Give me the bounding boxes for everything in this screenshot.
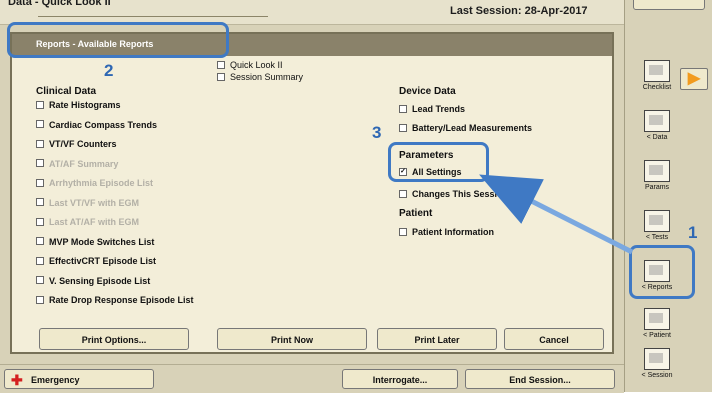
checkbox[interactable] [36, 120, 44, 129]
checkbox[interactable] [36, 256, 44, 265]
checkbox[interactable] [36, 100, 44, 109]
item-label: Cardiac Compass Trends [49, 119, 158, 130]
patient-icon [644, 308, 670, 330]
sidebar-label: < Patient [643, 332, 671, 339]
checkbox[interactable] [36, 295, 44, 304]
annotation-box-1 [629, 245, 695, 299]
sidebar-label: < Data [646, 134, 668, 141]
item-label: MVP Mode Switches List [49, 236, 155, 247]
params-icon [644, 160, 670, 182]
clinical-item[interactable]: V. Sensing Episode List [36, 276, 150, 286]
checkbox[interactable] [36, 217, 44, 226]
patient-item[interactable]: Patient Information [399, 227, 494, 237]
sidebar-item-session[interactable]: < Session [633, 346, 681, 394]
sidebar-arrow-button[interactable]: ▶ [680, 68, 708, 90]
chevron-right-icon: ▶ [687, 70, 701, 87]
data-icon [644, 110, 670, 132]
clinical-item[interactable]: Arrhythmia Episode List [36, 178, 153, 188]
clinical-item[interactable]: Cardiac Compass Trends [36, 120, 157, 130]
clinical-item[interactable]: Last AT/AF with EGM [36, 217, 139, 227]
annotation-number-2: 2 [104, 61, 114, 80]
reports-dialog: Reports - Available Reports Quick Look I… [10, 32, 614, 354]
sidebar-label: < Session [641, 372, 673, 379]
annotation-box-2 [7, 22, 229, 58]
clinical-item[interactable]: AT/AF Summary [36, 159, 118, 169]
clinical-item[interactable]: EffectivCRT Episode List [36, 256, 156, 266]
sidebar-label: < Tests [645, 234, 669, 241]
item-label: Arrhythmia Episode List [49, 178, 154, 188]
header-title: Data - Quick Look II [8, 0, 111, 8]
bottom-bar: ✚ Emergency Interrogate... End Session..… [0, 364, 624, 393]
clinical-item[interactable]: VT/VF Counters [36, 139, 117, 149]
sidebar: Checklist < Data Params < Tests < Report… [624, 0, 712, 392]
sidebar-item-params[interactable]: Params [633, 158, 681, 206]
item-label: Patient Information [412, 227, 495, 237]
checkbox[interactable] [36, 237, 44, 246]
checkbox[interactable] [217, 60, 225, 69]
session-icon [644, 348, 670, 370]
checkbox[interactable] [399, 104, 407, 113]
interrogate-button[interactable]: Interrogate... [342, 369, 458, 389]
emergency-button[interactable]: ✚ Emergency [4, 369, 154, 389]
last-session: Last Session: 28-Apr-2017 [450, 5, 588, 17]
option-quick-look-ii[interactable]: Quick Look II [217, 60, 283, 70]
checkbox[interactable] [399, 123, 407, 132]
item-label: V. Sensing Episode List [49, 275, 151, 286]
checkbox[interactable] [36, 276, 44, 285]
annotation-number-1: 1 [688, 223, 698, 242]
item-label: Lead Trends [412, 104, 466, 114]
clinical-data-heading: Clinical Data [36, 86, 97, 97]
item-label: VT/VF Counters [49, 139, 117, 149]
item-label: Rate Histograms [49, 100, 121, 110]
checklist-icon [644, 60, 670, 82]
end-session-button[interactable]: End Session... [465, 369, 615, 389]
item-label: EffectivCRT Episode List [49, 256, 157, 266]
annotation-box-3 [388, 142, 489, 182]
option-label: Session Summary [230, 72, 304, 82]
item-label: AT/AF Summary [49, 158, 119, 169]
device-item[interactable]: Battery/Lead Measurements [399, 123, 532, 133]
programmer-screen: Data - Quick Look II Last Session: 28-Ap… [0, 0, 712, 393]
patient-heading: Patient [399, 208, 433, 219]
checkbox[interactable] [399, 189, 407, 198]
clinical-item[interactable]: MVP Mode Switches List [36, 237, 154, 247]
item-label: Rate Drop Response Episode List [49, 295, 194, 305]
clinical-item[interactable]: Rate Drop Response Episode List [36, 295, 194, 305]
option-session-summary[interactable]: Session Summary [217, 72, 303, 82]
device-data-heading: Device Data [399, 86, 456, 97]
sidebar-item-data[interactable]: < Data [633, 108, 681, 156]
item-label: Battery/Lead Measurements [412, 123, 533, 133]
print-options-button[interactable]: Print Options... [39, 328, 189, 350]
clinical-item[interactable]: Last VT/VF with EGM [36, 198, 139, 208]
checkbox[interactable] [36, 198, 44, 207]
emergency-label: Emergency [31, 375, 80, 385]
clinical-item[interactable]: Rate Histograms [36, 100, 121, 110]
sidebar-top-button[interactable] [633, 0, 705, 10]
emergency-cross-icon: ✚ [11, 372, 23, 388]
item-label: Last AT/AF with EGM [49, 217, 139, 227]
parameters-item[interactable]: Changes This Session [399, 189, 508, 199]
cancel-button[interactable]: Cancel [504, 328, 604, 350]
checkbox[interactable] [399, 227, 407, 236]
item-label: Last VT/VF with EGM [49, 197, 140, 208]
checkbox[interactable] [36, 139, 44, 148]
sidebar-label: Params [644, 184, 670, 191]
sidebar-label: Checklist [642, 84, 672, 91]
print-later-button[interactable]: Print Later [377, 328, 497, 350]
checkbox[interactable] [36, 159, 44, 168]
checkbox[interactable] [217, 72, 225, 81]
print-now-button[interactable]: Print Now [217, 328, 367, 350]
sidebar-item-checklist[interactable]: Checklist [633, 58, 681, 106]
item-label: Changes This Session [412, 189, 509, 199]
annotation-number-3: 3 [372, 123, 382, 142]
checkbox[interactable] [36, 178, 44, 187]
device-item[interactable]: Lead Trends [399, 104, 465, 114]
tests-icon [644, 210, 670, 232]
option-label: Quick Look II [230, 60, 283, 70]
